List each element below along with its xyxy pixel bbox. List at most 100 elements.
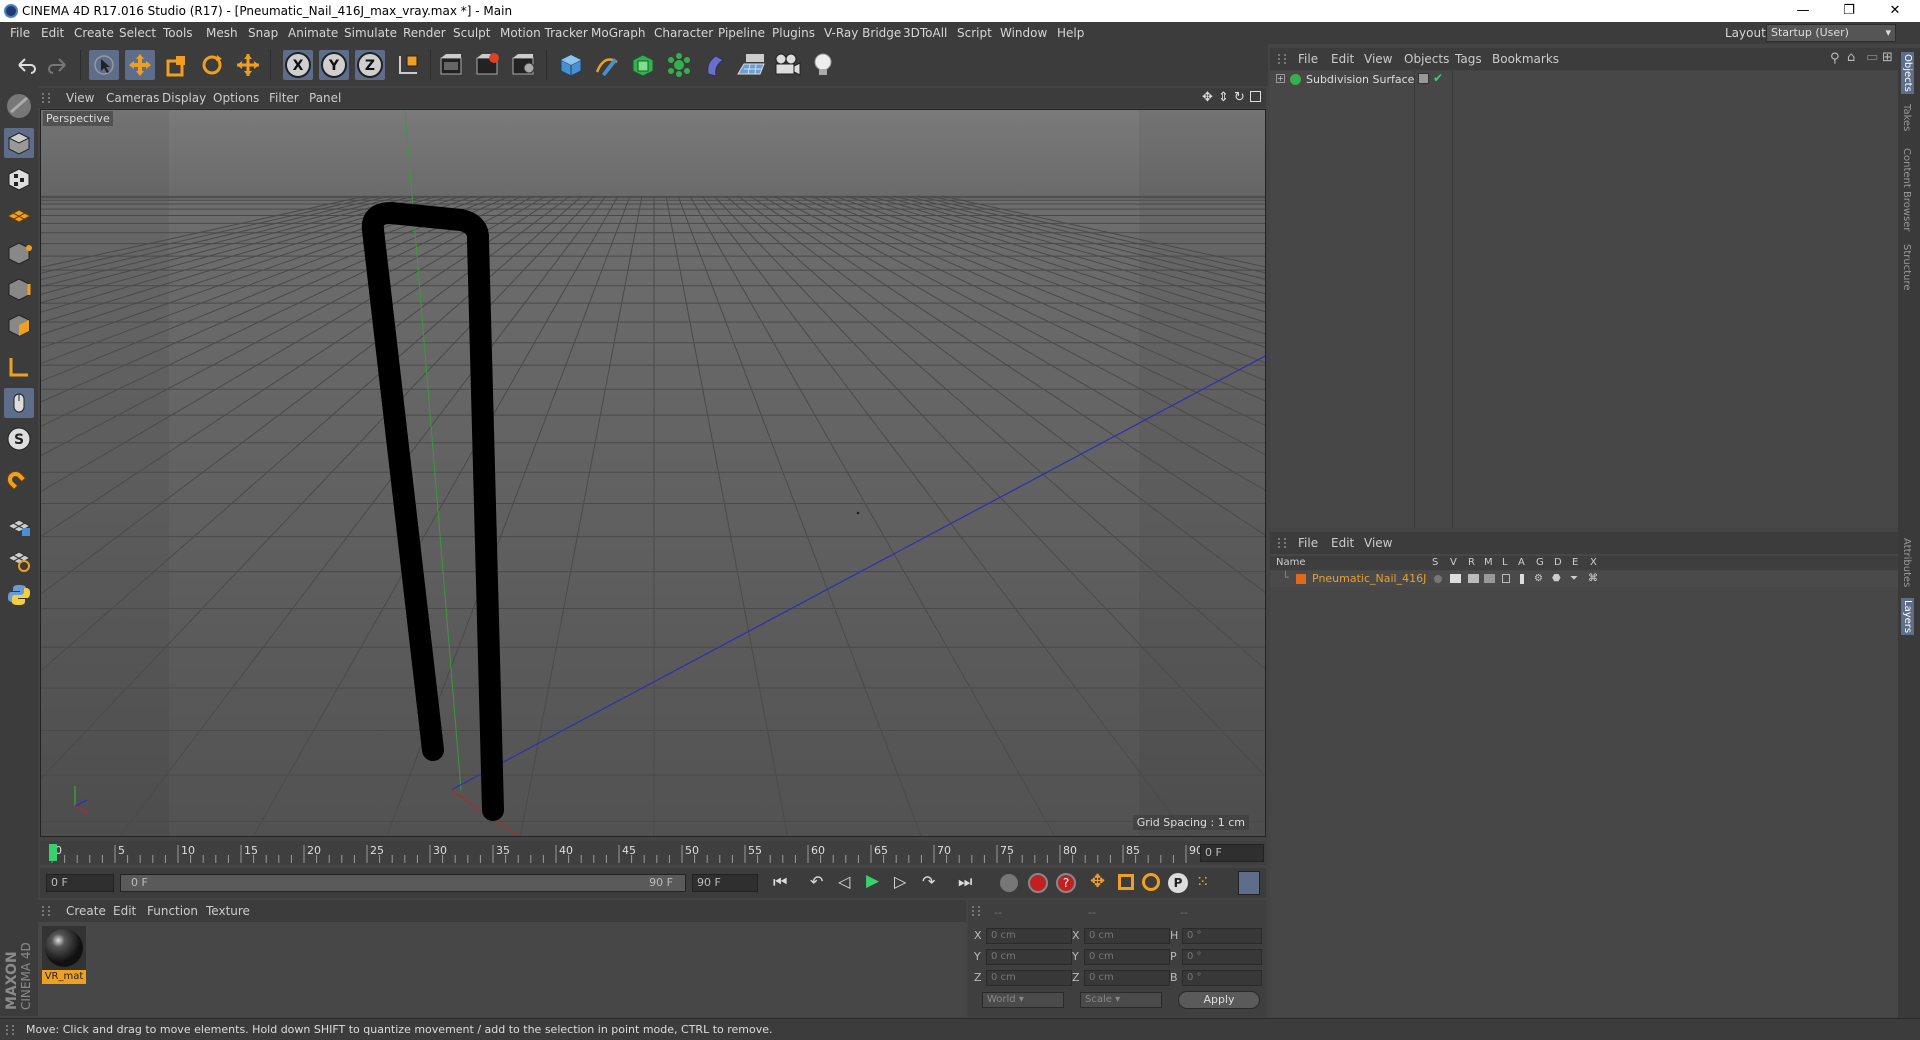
position-x-field[interactable]: 0 cm [986, 928, 1072, 944]
viewport-maximize-icon[interactable] [1250, 91, 1261, 102]
locked-workplane-icon[interactable] [4, 544, 34, 574]
menu-tools[interactable]: Tools [163, 26, 193, 40]
texture-mode-icon[interactable] [4, 164, 34, 194]
menu-pipeline[interactable]: Pipeline [718, 26, 765, 40]
panel-grip-icon[interactable] [972, 906, 980, 916]
menu-mograph[interactable]: MoGraph [591, 26, 646, 40]
play-forward-icon[interactable]: ▶ [866, 871, 879, 891]
rotation-h-field[interactable]: 0 ° [1182, 928, 1262, 944]
rotation-p-field[interactable]: 0 ° [1182, 949, 1262, 965]
redo-icon[interactable] [44, 50, 74, 80]
layer-visible-icon[interactable] [1450, 574, 1461, 583]
menu-file[interactable]: File [10, 26, 30, 40]
live-selection-icon[interactable] [89, 50, 119, 80]
layer-expressions-icon[interactable]: ⏷ [1570, 573, 1578, 584]
material-menu-edit[interactable]: Edit [113, 904, 136, 918]
key-parameter-icon[interactable]: P [1168, 873, 1188, 893]
z-axis-lock-icon[interactable]: Z [355, 50, 385, 80]
menu-3dtoall[interactable]: 3DToAll [903, 26, 947, 40]
maximize-button[interactable]: ❐ [1826, 0, 1872, 22]
object-menu-file[interactable]: File [1298, 52, 1318, 66]
menu-character[interactable]: Character [654, 26, 713, 40]
menu-select[interactable]: Select [119, 26, 156, 40]
tab-content-browser[interactable]: Content Browser [1901, 148, 1912, 231]
layer-lock-icon[interactable] [1502, 574, 1510, 583]
tab-attributes[interactable]: Attributes [1901, 538, 1912, 587]
viewport-menu-panel[interactable]: Panel [309, 91, 341, 105]
expand-toggle-icon[interactable]: + [1276, 74, 1285, 83]
key-position-icon[interactable]: ✥ [1090, 871, 1105, 892]
layer-generators-icon[interactable]: ⚙ [1534, 573, 1543, 584]
menu-snap[interactable]: Snap [248, 26, 278, 40]
menu-motion-tracker[interactable]: Motion Tracker [500, 26, 588, 40]
size-y-field[interactable]: 0 cm [1084, 949, 1170, 965]
previous-frame-icon[interactable]: ◁ [838, 872, 850, 891]
viewport-perspective[interactable]: Perspective Grid Spacing : 1 cm [40, 109, 1266, 837]
key-rotation-icon[interactable] [1142, 873, 1160, 891]
viewport-menu-options[interactable]: Options [213, 91, 259, 105]
max-frame-field[interactable]: 90 F [692, 874, 758, 892]
workplane-mode-icon[interactable] [4, 200, 34, 230]
menu-mesh[interactable]: Mesh [206, 26, 238, 40]
go-to-start-icon[interactable]: ⏮ [773, 872, 787, 892]
record-keys-disabled-icon[interactable] [1000, 874, 1018, 892]
material-menu-function[interactable]: Function [147, 904, 198, 918]
key-pla-icon[interactable]: ⁙ [1196, 872, 1209, 891]
tab-objects[interactable]: Objects [1901, 52, 1914, 94]
menu-window[interactable]: Window [1000, 26, 1047, 40]
editor-visibility-icon[interactable] [1418, 73, 1429, 84]
menu-sculpt[interactable]: Sculpt [453, 26, 490, 40]
viewport-menu-display[interactable]: Display [162, 91, 206, 105]
menu-script[interactable]: Script [957, 26, 992, 40]
layer-deformers-icon[interactable]: ⬣ [1552, 573, 1561, 584]
cloner-icon[interactable] [664, 50, 694, 80]
next-frame-icon[interactable]: ▷ [894, 872, 906, 891]
rotation-b-field[interactable]: 0 ° [1182, 970, 1262, 986]
timeline-layout-icon[interactable] [1238, 871, 1260, 895]
x-axis-lock-icon[interactable]: X [283, 50, 313, 80]
layer-menu-file[interactable]: File [1298, 536, 1318, 550]
end-frame-field[interactable]: 0 F [1200, 844, 1264, 862]
coordinate-system-icon[interactable] [393, 50, 423, 80]
menu-create[interactable]: Create [74, 26, 114, 40]
make-editable-icon[interactable] [4, 91, 34, 121]
layer-animation-icon[interactable] [1520, 574, 1524, 584]
minimize-button[interactable]: — [1780, 0, 1826, 22]
layer-menu-view[interactable]: View [1364, 536, 1392, 550]
material-menu-texture[interactable]: Texture [206, 904, 250, 918]
panel-grip-icon[interactable] [1278, 54, 1286, 64]
home-icon[interactable]: ⌂ [1847, 50, 1855, 65]
material-swatch-vr-mat[interactable]: VR_mat [42, 926, 86, 984]
viewport-zoom-icon[interactable]: ⇕ [1218, 90, 1229, 105]
cube-object-icon[interactable] [556, 50, 586, 80]
scale-tool-icon[interactable] [161, 50, 191, 80]
edges-mode-icon[interactable] [4, 274, 34, 304]
rotate-tool-icon[interactable] [197, 50, 227, 80]
viewport-pan-icon[interactable]: ✥ [1202, 90, 1213, 105]
render-view-icon[interactable] [436, 50, 466, 80]
position-z-field[interactable]: 0 cm [986, 970, 1072, 986]
position-y-field[interactable]: 0 cm [986, 949, 1072, 965]
menu-plugins[interactable]: Plugins [772, 26, 815, 40]
python-icon[interactable] [4, 580, 34, 610]
subdivision-surface-icon[interactable] [628, 50, 658, 80]
points-mode-icon[interactable] [4, 238, 34, 268]
playhead-marker[interactable] [49, 844, 57, 861]
polygons-mode-icon[interactable] [4, 310, 34, 340]
panel-grip-icon[interactable] [42, 93, 50, 103]
menu-vray-bridge[interactable]: V-Ray Bridge [824, 26, 901, 40]
size-x-field[interactable]: 0 cm [1084, 928, 1170, 944]
apply-button[interactable]: Apply [1178, 991, 1260, 1009]
object-menu-view[interactable]: View [1364, 52, 1392, 66]
layer-name[interactable]: Pneumatic_Nail_416J [1312, 572, 1426, 585]
material-menu-create[interactable]: Create [66, 904, 106, 918]
close-button[interactable]: ✕ [1872, 0, 1918, 22]
record-active-icon[interactable] [1028, 873, 1048, 893]
model-mode-icon[interactable] [4, 128, 34, 158]
go-to-end-icon[interactable]: ⏭ [958, 872, 972, 892]
object-menu-edit[interactable]: Edit [1331, 52, 1354, 66]
render-picture-viewer-icon[interactable] [472, 50, 502, 80]
next-key-icon[interactable]: ↷ [922, 872, 935, 891]
tab-takes[interactable]: Takes [1901, 104, 1912, 131]
menu-simulate[interactable]: Simulate [344, 26, 397, 40]
